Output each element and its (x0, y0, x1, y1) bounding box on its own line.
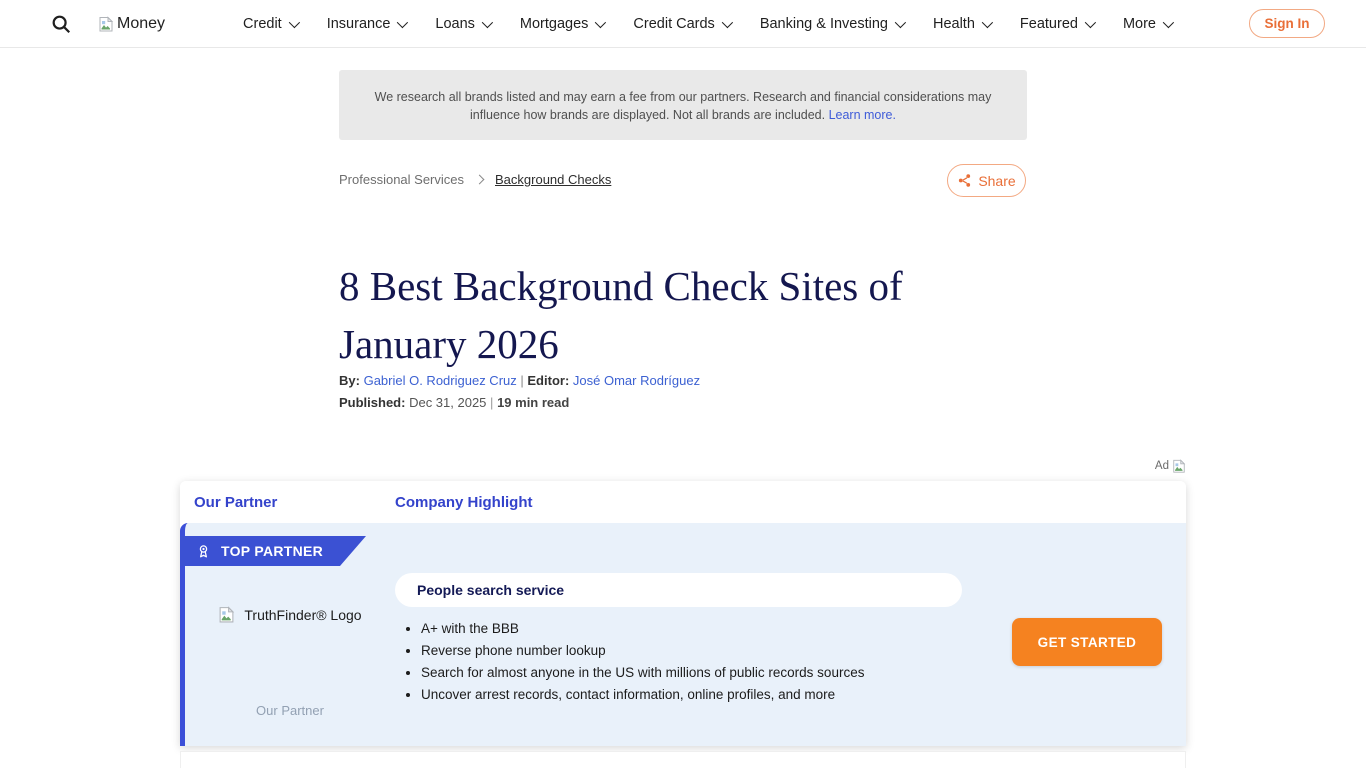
learn-more-link[interactable]: Learn more. (829, 108, 896, 122)
nav-item-featured[interactable]: Featured (1020, 16, 1093, 32)
nav-label: Loans (435, 16, 475, 32)
chevron-down-icon (1163, 16, 1174, 27)
published-separator: | (490, 395, 493, 410)
get-started-button[interactable]: GET STARTED (1012, 618, 1162, 666)
truthfinder-logo[interactable]: TruthFinder® Logo (185, 606, 395, 623)
money-logo-text: Money (117, 15, 165, 33)
partner-card-header: Our Partner Company Highlight (180, 481, 1186, 523)
breadcrumb-item-background-checks[interactable]: Background Checks (495, 172, 611, 187)
list-item: Search for almost anyone in the US with … (421, 665, 981, 681)
highlight-pill: People search service (395, 573, 962, 607)
nav-label: More (1123, 16, 1156, 32)
list-item: Reverse phone number lookup (421, 643, 981, 659)
column-header-our-partner: Our Partner (180, 494, 395, 511)
nav-label: Credit Cards (633, 16, 714, 32)
top-partner-card: Our Partner Company Highlight TOP PARTNE… (180, 481, 1186, 746)
editor-link[interactable]: José Omar Rodríguez (573, 373, 700, 388)
partner-column: TruthFinder® Logo Our Partner (185, 523, 395, 746)
chevron-down-icon (722, 16, 733, 27)
chevron-down-icon (482, 16, 493, 27)
nav-item-loans[interactable]: Loans (435, 16, 490, 32)
sign-in-button[interactable]: Sign In (1249, 9, 1325, 38)
editor-label: Editor: (527, 373, 569, 388)
main-nav: Credit Insurance Loans Mortgages Credit … (165, 16, 1249, 32)
money-logo[interactable]: Money (98, 15, 165, 33)
ad-label-row: Ad (1155, 459, 1186, 473)
nav-label: Mortgages (520, 16, 589, 32)
broken-image-icon (218, 606, 235, 623)
published-line: Published: Dec 31, 2025 | 19 min read (339, 395, 569, 410)
broken-image-icon (1172, 459, 1186, 473)
chevron-right-icon (475, 175, 485, 185)
breadcrumb-item-professional-services[interactable]: Professional Services (339, 172, 464, 187)
chevron-down-icon (397, 16, 408, 27)
chevron-down-icon (288, 16, 299, 27)
truthfinder-logo-alt-text: TruthFinder® Logo (244, 607, 361, 623)
partner-caption: Our Partner (185, 703, 395, 718)
read-time: 19 min read (497, 395, 569, 410)
chevron-down-icon (982, 16, 993, 27)
nav-item-credit[interactable]: Credit (243, 16, 297, 32)
advertiser-disclosure: We research all brands listed and may ea… (339, 70, 1027, 140)
broken-image-icon (98, 16, 114, 32)
nav-label: Banking & Investing (760, 16, 888, 32)
list-item: A+ with the BBB (421, 621, 981, 637)
share-button[interactable]: Share (947, 164, 1026, 197)
published-label: Published: (339, 395, 405, 410)
breadcrumb: Professional Services Background Checks (339, 172, 611, 187)
nav-item-credit-cards[interactable]: Credit Cards (633, 16, 729, 32)
search-icon[interactable] (50, 13, 72, 35)
author-link[interactable]: Gabriel O. Rodriguez Cruz (364, 373, 517, 388)
by-label: By: (339, 373, 360, 388)
chevron-down-icon (1085, 16, 1096, 27)
page: Money Credit Insurance Loans Mortgages C… (0, 0, 1366, 768)
chevron-down-icon (895, 16, 906, 27)
ad-label: Ad (1155, 460, 1169, 472)
nav-item-health[interactable]: Health (933, 16, 990, 32)
page-title: 8 Best Background Check Sites of January… (339, 257, 1039, 373)
feature-bullet-list: A+ with the BBB Reverse phone number loo… (407, 621, 981, 709)
published-date: Dec 31, 2025 (409, 395, 486, 410)
nav-label: Insurance (327, 16, 391, 32)
list-item: Uncover arrest records, contact informat… (421, 687, 981, 703)
chevron-down-icon (595, 16, 606, 27)
next-partner-row (180, 751, 1186, 768)
column-header-company-highlight: Company Highlight (395, 494, 533, 511)
share-icon (957, 173, 972, 188)
disclosure-text: We research all brands listed and may ea… (375, 90, 992, 122)
nav-item-more[interactable]: More (1123, 16, 1171, 32)
partner-card-body: TOP PARTNER TruthFinder® Logo Our Partne… (180, 523, 1186, 746)
nav-item-mortgages[interactable]: Mortgages (520, 16, 604, 32)
byline-separator: | (520, 373, 523, 388)
nav-label: Credit (243, 16, 282, 32)
nav-label: Health (933, 16, 975, 32)
nav-label: Featured (1020, 16, 1078, 32)
nav-item-banking-investing[interactable]: Banking & Investing (760, 16, 903, 32)
byline: By: Gabriel O. Rodriguez Cruz | Editor: … (339, 373, 700, 388)
nav-item-insurance[interactable]: Insurance (327, 16, 406, 32)
share-label: Share (978, 173, 1015, 189)
top-navigation-bar: Money Credit Insurance Loans Mortgages C… (0, 0, 1366, 48)
